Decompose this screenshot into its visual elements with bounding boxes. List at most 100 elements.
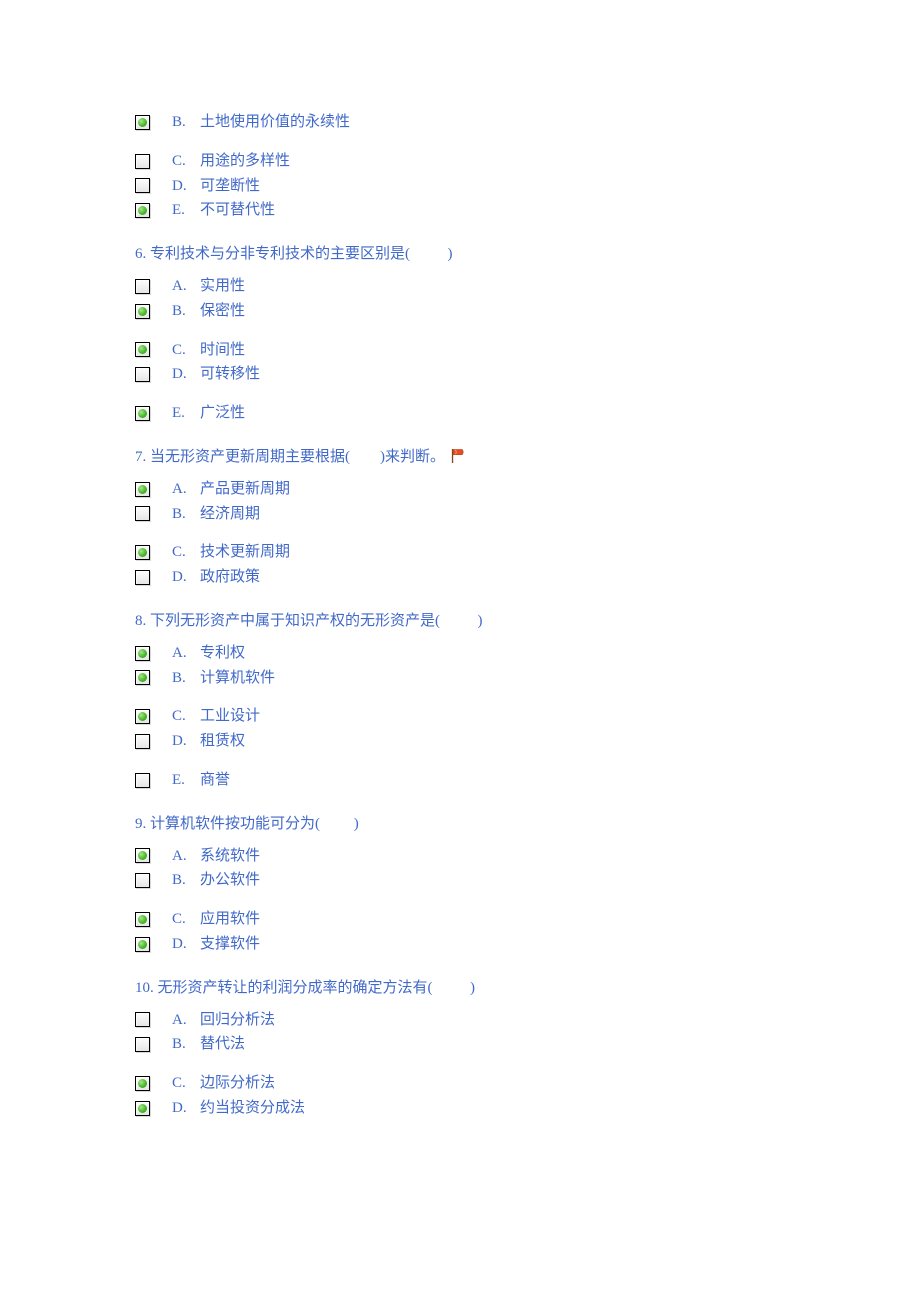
option-checkbox[interactable]: [135, 482, 150, 497]
option-letter: E.: [172, 198, 200, 223]
option-row: B.经济周期: [135, 502, 920, 527]
option-letter: B.: [172, 868, 200, 893]
option-checkbox[interactable]: [135, 646, 150, 661]
option-letter: D.: [172, 362, 200, 387]
option-row: C.应用软件: [135, 907, 920, 932]
option-letter: A.: [172, 1008, 200, 1033]
option-text: 系统软件: [200, 844, 260, 869]
option-text: 约当投资分成法: [200, 1096, 305, 1121]
option-row: D.可垄断性: [135, 174, 920, 199]
option-checkbox[interactable]: [135, 873, 150, 888]
option-checkbox[interactable]: [135, 506, 150, 521]
option-letter: D.: [172, 729, 200, 754]
option-letter: B.: [172, 110, 200, 135]
option-row: A.实用性: [135, 274, 920, 299]
question-block: 8. 下列无形资产中属于知识产权的无形资产是( ) A.专利权B.计算机软件 C.工…: [135, 608, 920, 793]
option-checkbox[interactable]: [135, 367, 150, 382]
option-checkbox[interactable]: [135, 670, 150, 685]
option-checkbox[interactable]: [135, 304, 150, 319]
option-checkbox[interactable]: [135, 178, 150, 193]
option-gap: [135, 387, 920, 401]
option-gap: [135, 893, 920, 907]
option-checkbox[interactable]: [135, 1101, 150, 1116]
option-gap: [135, 135, 920, 149]
option-row: C.用途的多样性: [135, 149, 920, 174]
question-stem: 8. 下列无形资产中属于知识产权的无形资产是( ): [135, 608, 920, 635]
option-letter: E.: [172, 401, 200, 426]
option-gap: [135, 324, 920, 338]
option-row: D.支撑软件: [135, 932, 920, 957]
question-block: 7. 当无形资产更新周期主要根据( )来判断。A.产品更新周期B.经济周期C.技…: [135, 444, 920, 590]
option-checkbox[interactable]: [135, 734, 150, 749]
option-text: 替代法: [200, 1032, 245, 1057]
option-checkbox[interactable]: [135, 203, 150, 218]
option-checkbox[interactable]: [135, 1037, 150, 1052]
option-letter: E.: [172, 768, 200, 793]
option-checkbox[interactable]: [135, 912, 150, 927]
option-text: 广泛性: [200, 401, 245, 426]
option-row: B.办公软件: [135, 868, 920, 893]
option-text: 保密性: [200, 299, 245, 324]
option-checkbox[interactable]: [135, 937, 150, 952]
option-letter: D.: [172, 174, 200, 199]
option-row: C.时间性: [135, 338, 920, 363]
option-checkbox[interactable]: [135, 848, 150, 863]
option-checkbox[interactable]: [135, 709, 150, 724]
option-letter: C.: [172, 907, 200, 932]
option-text: 计算机软件: [200, 666, 275, 691]
option-checkbox[interactable]: [135, 1076, 150, 1091]
option-text: 实用性: [200, 274, 245, 299]
option-letter: B.: [172, 502, 200, 527]
option-text: 产品更新周期: [200, 477, 290, 502]
option-checkbox[interactable]: [135, 154, 150, 169]
option-row: E.商誉: [135, 768, 920, 793]
option-checkbox[interactable]: [135, 406, 150, 421]
option-text: 专利权: [200, 641, 245, 666]
option-text: 支撑软件: [200, 932, 260, 957]
option-letter: A.: [172, 641, 200, 666]
option-text: 回归分析法: [200, 1008, 275, 1033]
option-checkbox[interactable]: [135, 1012, 150, 1027]
option-letter: B.: [172, 299, 200, 324]
option-letter: C.: [172, 1071, 200, 1096]
option-checkbox[interactable]: [135, 115, 150, 130]
option-letter: A.: [172, 274, 200, 299]
option-text: 政府政策: [200, 565, 260, 590]
option-checkbox[interactable]: [135, 545, 150, 560]
question-block: 9. 计算机软件按功能可分为( )A.系统软件B.办公软件C.应用软件D.支撑软…: [135, 811, 920, 957]
option-letter: D.: [172, 565, 200, 590]
option-row: D.约当投资分成法: [135, 1096, 920, 1121]
option-letter: D.: [172, 1096, 200, 1121]
option-row: E.广泛性: [135, 401, 920, 426]
option-row: D.政府政策: [135, 565, 920, 590]
option-letter: D.: [172, 932, 200, 957]
option-row: D.可转移性: [135, 362, 920, 387]
option-text: 经济周期: [200, 502, 260, 527]
option-letter: A.: [172, 844, 200, 869]
option-row: A.系统软件: [135, 844, 920, 869]
option-text: 不可替代性: [200, 198, 275, 223]
option-text: 技术更新周期: [200, 540, 290, 565]
option-row: D.租赁权: [135, 729, 920, 754]
option-checkbox[interactable]: [135, 279, 150, 294]
option-text: 土地使用价值的永续性: [200, 110, 350, 135]
option-checkbox[interactable]: [135, 570, 150, 585]
option-checkbox[interactable]: [135, 773, 150, 788]
option-row: B.替代法: [135, 1032, 920, 1057]
option-row: B.计算机软件: [135, 666, 920, 691]
option-row: B.保密性: [135, 299, 920, 324]
option-gap: [135, 690, 920, 704]
option-gap: [135, 526, 920, 540]
option-checkbox[interactable]: [135, 342, 150, 357]
option-row: C.工业设计: [135, 704, 920, 729]
question-stem: 6. 专利技术与分非专利技术的主要区别是( ): [135, 241, 920, 268]
option-letter: A.: [172, 477, 200, 502]
option-text: 用途的多样性: [200, 149, 290, 174]
option-text: 工业设计: [200, 704, 260, 729]
option-text: 可转移性: [200, 362, 260, 387]
option-gap: [135, 1057, 920, 1071]
option-text: 可垄断性: [200, 174, 260, 199]
question-block: 10. 无形资产转让的利润分成率的确定方法有( )A.回归分析法B.替代法C.边…: [135, 975, 920, 1121]
question-stem: 7. 当无形资产更新周期主要根据( )来判断。: [135, 444, 920, 471]
option-letter: B.: [172, 1032, 200, 1057]
